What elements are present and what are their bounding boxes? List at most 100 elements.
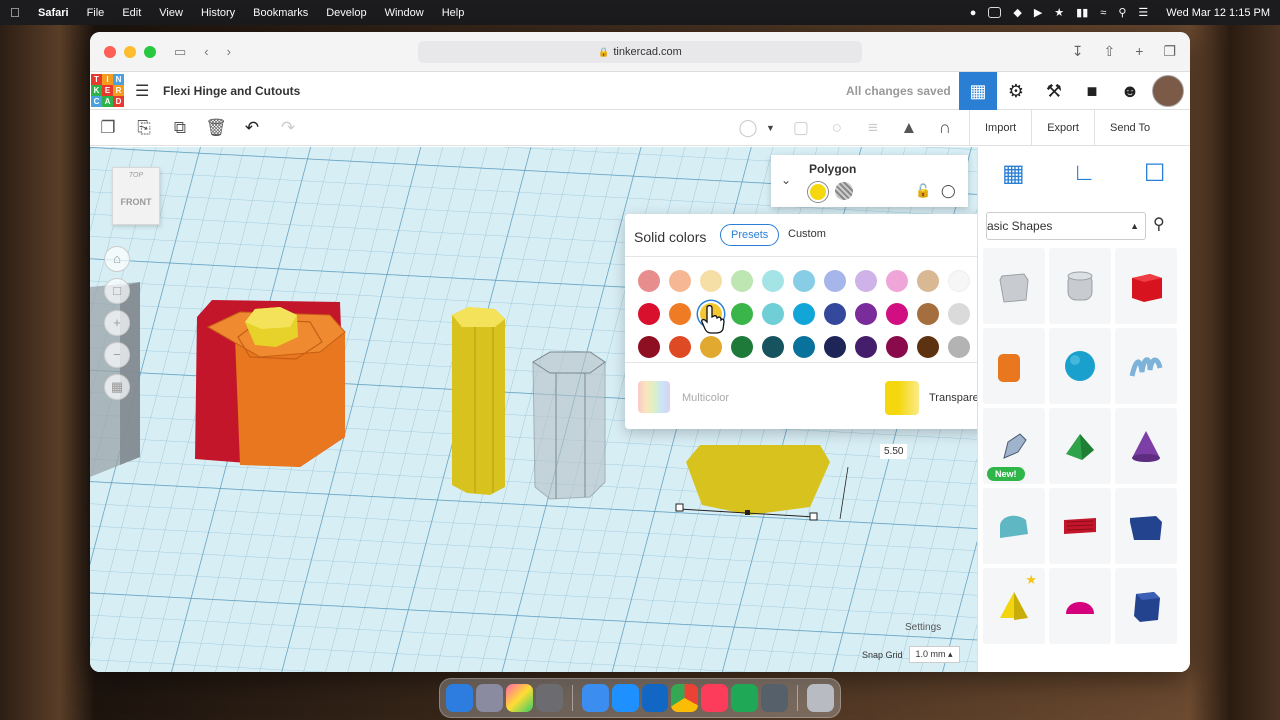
screen-capture-icon[interactable] xyxy=(761,684,789,712)
cruise-icon[interactable]: ∩ xyxy=(927,118,963,138)
blocks-icon[interactable]: ⚙ xyxy=(997,72,1035,110)
color-swatch[interactable] xyxy=(886,336,908,358)
mirror-icon[interactable]: ▲ xyxy=(891,118,927,138)
shape-roof[interactable] xyxy=(1049,408,1111,484)
close-window-button[interactable] xyxy=(104,45,116,58)
wifi-icon[interactable]: ≈ xyxy=(1100,7,1106,19)
color-swatch[interactable] xyxy=(731,336,753,358)
search-icon[interactable]: ⚲ xyxy=(1118,6,1126,19)
zoom-window-button[interactable] xyxy=(144,45,156,58)
color-swatch[interactable] xyxy=(917,303,939,325)
tab-custom[interactable]: Custom xyxy=(778,224,836,246)
pickaxe-icon[interactable]: ⚒ xyxy=(1035,72,1073,110)
shape-box[interactable] xyxy=(1115,248,1177,324)
design-menu-icon[interactable]: ☰ xyxy=(135,81,151,101)
color-swatch[interactable] xyxy=(886,270,908,292)
color-swatch[interactable] xyxy=(731,270,753,292)
delete-icon[interactable]: 🗑 xyxy=(198,118,234,138)
color-swatch[interactable] xyxy=(731,303,753,325)
view-cube[interactable]: TOP FRONT xyxy=(112,167,160,225)
color-swatch[interactable] xyxy=(762,270,784,292)
ungroup-icon[interactable]: ○ xyxy=(819,118,855,138)
menu-bookmarks[interactable]: Bookmarks xyxy=(253,7,308,19)
shape-cone[interactable] xyxy=(1115,408,1177,484)
menu-edit[interactable]: Edit xyxy=(122,7,141,19)
photos-icon[interactable] xyxy=(505,684,533,712)
dimension-label[interactable]: 5.50 xyxy=(880,444,908,459)
chevron-down-icon[interactable]: ▼ xyxy=(766,123,775,133)
color-swatch[interactable] xyxy=(762,336,784,358)
workplane-icon[interactable]: ▦ xyxy=(996,159,1030,193)
color-swatch[interactable] xyxy=(700,270,722,292)
shape-box-hole[interactable] xyxy=(983,248,1045,324)
address-bar[interactable]: 🔒 tinkercad.com xyxy=(418,41,862,63)
shape-cylinder-hole[interactable] xyxy=(1049,248,1111,324)
perspective-icon[interactable]: ▦ xyxy=(104,374,130,400)
play-icon[interactable]: ▶ xyxy=(1034,6,1042,19)
color-swatch[interactable] xyxy=(855,336,877,358)
color-swatch[interactable] xyxy=(948,336,970,358)
shape-category-select[interactable]: Basic Shapes ▲▼ xyxy=(986,212,1146,240)
notes-icon[interactable]: ☐ xyxy=(1138,159,1172,193)
design-title[interactable]: Flexi Hinge and Cutouts xyxy=(163,84,300,98)
shape-wedge-box[interactable] xyxy=(1115,488,1177,564)
forward-arrow-icon[interactable]: › xyxy=(227,44,231,59)
color-swatch[interactable] xyxy=(824,303,846,325)
color-swatch[interactable] xyxy=(855,303,877,325)
display-icon[interactable] xyxy=(988,7,1002,18)
bluetooth-icon[interactable]: ★ xyxy=(1054,6,1064,19)
transparent-prism-shape[interactable] xyxy=(532,351,606,500)
yellow-prism-shape[interactable] xyxy=(452,307,505,495)
color-swatch[interactable] xyxy=(917,270,939,292)
record-icon[interactable]: ● xyxy=(970,7,977,19)
undo-icon[interactable]: ↶ xyxy=(234,118,270,138)
color-swatch[interactable] xyxy=(669,270,691,292)
color-swatch[interactable] xyxy=(638,336,660,358)
shape-pen-tool[interactable]: New! xyxy=(983,408,1045,484)
trash-icon[interactable] xyxy=(807,684,834,712)
launchpad-icon[interactable] xyxy=(475,684,503,712)
color-swatch[interactable] xyxy=(824,336,846,358)
sidebar-toggle-icon[interactable]: ▭ xyxy=(174,44,186,60)
back-arrow-icon[interactable]: ‹ xyxy=(204,44,208,59)
grid-view-icon[interactable]: ▦ xyxy=(959,72,997,110)
menu-view[interactable]: View xyxy=(159,7,183,19)
duplicate-icon[interactable]: ⧉ xyxy=(162,118,198,138)
color-swatch[interactable] xyxy=(948,303,970,325)
align-icon[interactable]: ≡ xyxy=(855,118,891,138)
multicolor-swatch[interactable] xyxy=(638,381,670,413)
redo-icon[interactable]: ↷ xyxy=(270,118,306,138)
share-icon[interactable]: ⇧ xyxy=(1104,43,1116,60)
menu-help[interactable]: Help xyxy=(442,7,465,19)
color-swatch[interactable] xyxy=(793,336,815,358)
apple-icon[interactable]:  xyxy=(10,5,24,20)
menu-window[interactable]: Window xyxy=(385,7,424,19)
battery-icon[interactable]: ▮▮ xyxy=(1076,6,1088,19)
tab-presets[interactable]: Presets xyxy=(720,224,780,246)
color-swatch[interactable] xyxy=(855,270,877,292)
zoom-out-icon[interactable]: − xyxy=(104,342,130,368)
shape-text[interactable] xyxy=(1049,488,1111,564)
menu-file[interactable]: File xyxy=(87,7,105,19)
color-swatch[interactable] xyxy=(948,270,970,292)
paste-icon[interactable]: ⎘ xyxy=(126,118,162,138)
shape-scribble[interactable] xyxy=(1115,328,1177,404)
color-swatch[interactable] xyxy=(824,270,846,292)
color-swatch[interactable] xyxy=(886,303,908,325)
import-button[interactable]: Import xyxy=(969,109,1031,146)
zoom-in-icon[interactable]: + xyxy=(104,310,130,336)
hole-swatch[interactable] xyxy=(835,182,853,200)
shape-sphere[interactable] xyxy=(1049,328,1111,404)
shape-half-sphere[interactable] xyxy=(1049,568,1111,644)
mirror-app-icon[interactable] xyxy=(535,684,563,712)
finder-icon[interactable] xyxy=(446,684,473,712)
add-user-icon[interactable]: ☻ xyxy=(1111,72,1149,110)
snap-grid-select[interactable]: 1.0 mm ▴ xyxy=(908,646,960,663)
send-to-button[interactable]: Send To xyxy=(1093,109,1165,146)
color-swatch[interactable] xyxy=(762,303,784,325)
solid-color-swatch[interactable] xyxy=(808,182,828,202)
transparent-swatch[interactable] xyxy=(885,381,919,415)
chrome-icon[interactable] xyxy=(671,684,699,712)
color-swatch[interactable] xyxy=(700,336,722,358)
color-swatch[interactable] xyxy=(638,303,660,325)
